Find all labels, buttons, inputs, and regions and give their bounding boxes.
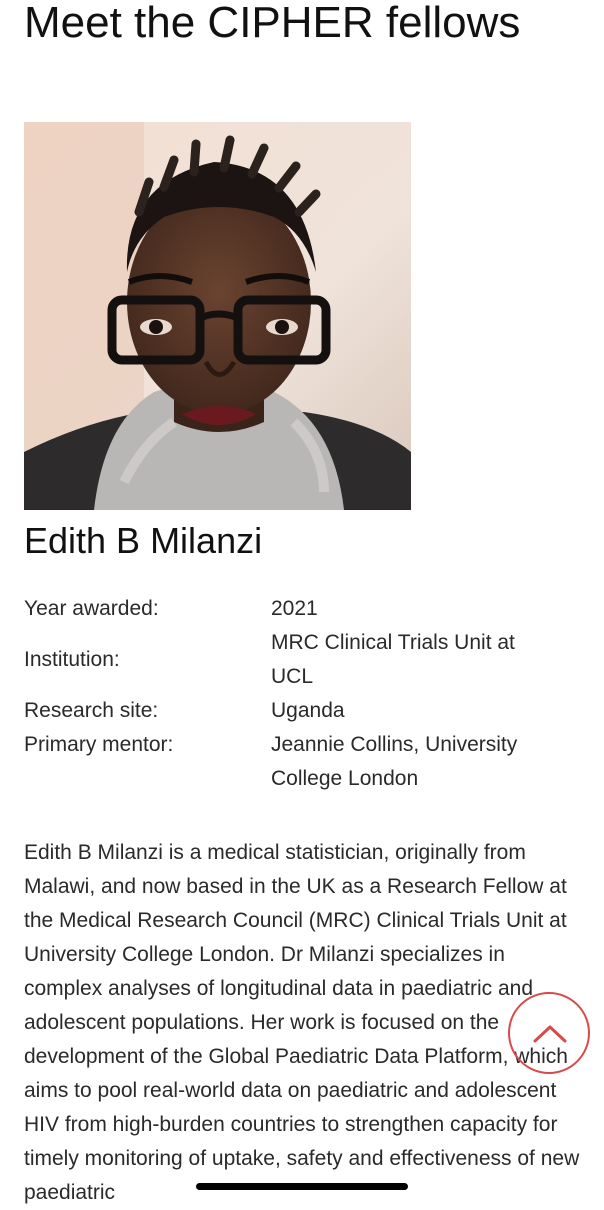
detail-value: 2021 xyxy=(271,597,318,620)
detail-value: Jeannie Collins, University College Lond… xyxy=(271,733,518,790)
fellow-bio: Edith B Milanzi is a medical statisticia… xyxy=(24,841,580,1204)
detail-value: Uganda xyxy=(271,699,345,722)
detail-label: Year awarded: xyxy=(24,597,159,620)
detail-label: Research site: xyxy=(24,699,159,722)
detail-value: MRC Clinical Trials Unit at UCL xyxy=(271,631,515,688)
home-indicator[interactable] xyxy=(196,1183,408,1190)
detail-row-research-site: Research site: Uganda xyxy=(24,694,584,728)
detail-row-mentor: Primary mentor: Jeannie Collins, Univers… xyxy=(24,728,584,796)
detail-label: Primary mentor: xyxy=(24,733,174,756)
detail-label: Institution: xyxy=(24,648,120,671)
scroll-to-top-button[interactable] xyxy=(508,992,590,1074)
detail-row-year: Year awarded: 2021 xyxy=(24,592,584,626)
fellow-details: Year awarded: 2021 Institution: MRC Clin… xyxy=(24,592,584,796)
page-title: Meet the CIPHER fellows xyxy=(24,0,521,47)
chevron-up-icon xyxy=(533,1025,567,1043)
fellow-photo xyxy=(24,122,411,510)
detail-row-institution: Institution: MRC Clinical Trials Unit at… xyxy=(24,626,584,694)
fellow-name: Edith B Milanzi xyxy=(24,520,263,561)
